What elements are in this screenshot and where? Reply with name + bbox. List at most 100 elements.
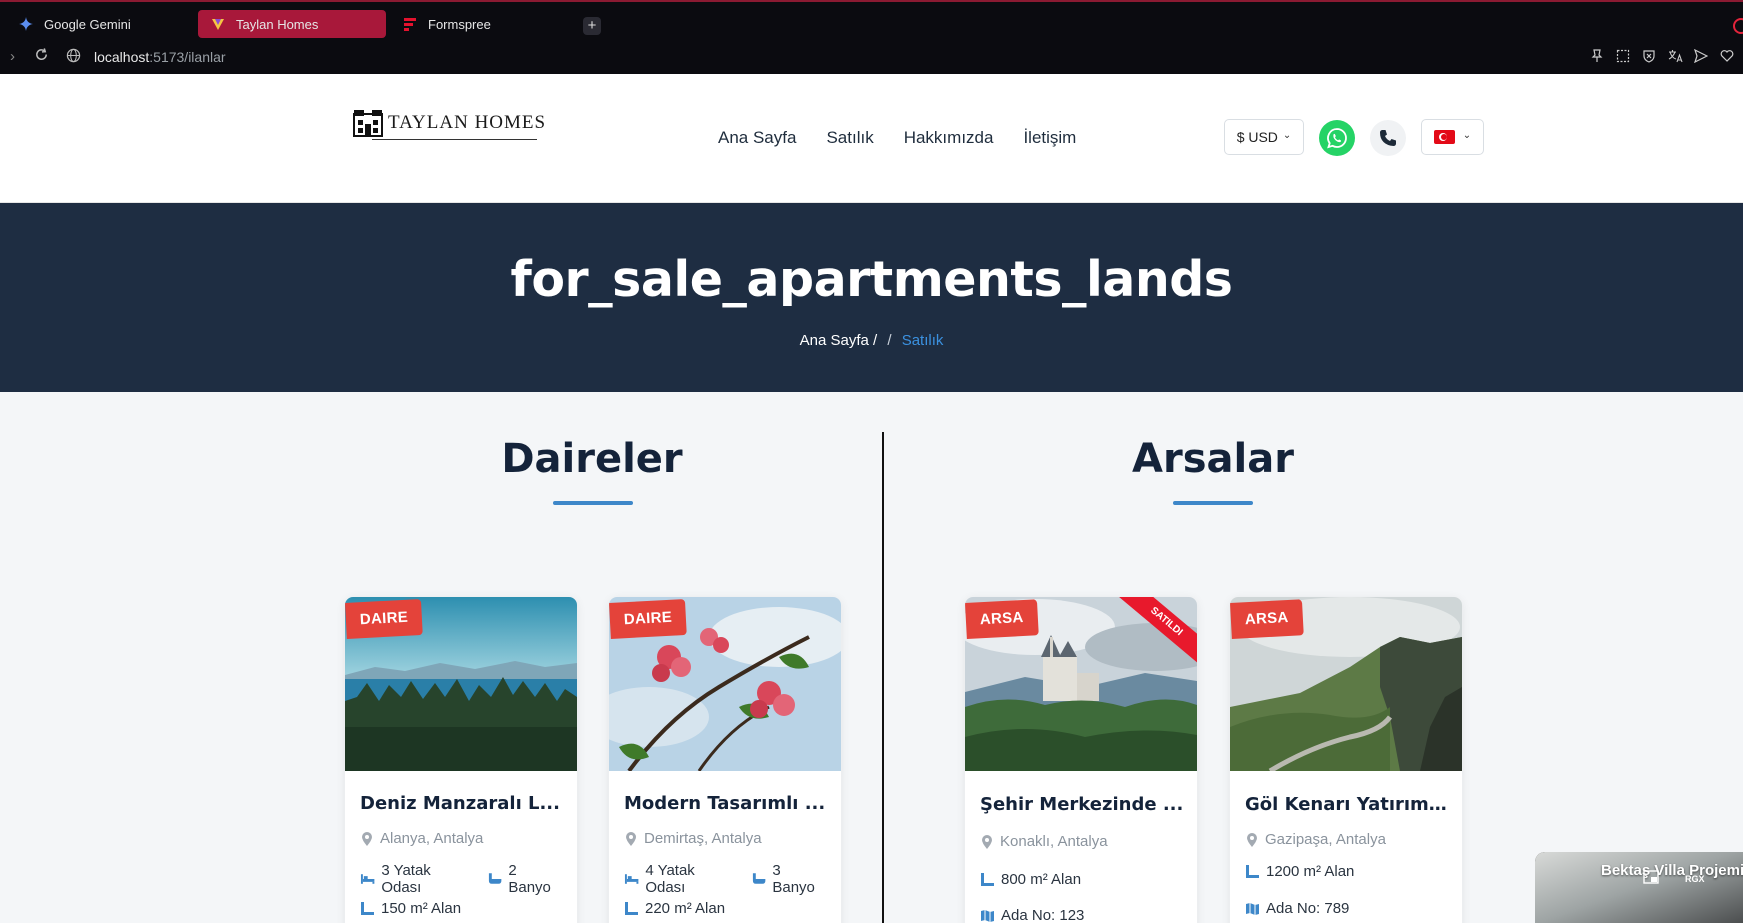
bathrooms-feature: 3 Banyo <box>751 862 825 896</box>
map-pin-icon <box>982 834 992 849</box>
bath-icon <box>752 873 766 884</box>
parcel-feature: Ada No: 789 <box>1245 900 1349 917</box>
property-image[interactable]: DAIRE <box>609 597 841 771</box>
logo-underline <box>372 139 537 140</box>
ruler-icon <box>361 902 374 915</box>
bathrooms-text: 2 Banyo <box>508 862 551 896</box>
nav-hakkimizda[interactable]: Hakkımızda <box>904 128 994 148</box>
property-card[interactable]: ARSA SATILDI Şehir Merkezinde ... Konakl… <box>965 597 1197 923</box>
location-text: Gazipaşa, Antalya <box>1265 831 1386 848</box>
location-text: Konaklı, Antalya <box>1000 833 1108 850</box>
heart-icon[interactable] <box>1720 49 1734 66</box>
breadcrumb-separator: / <box>887 332 892 349</box>
property-card[interactable]: ARSA Göl Kenarı Yatırım ... Gazipaşa, An… <box>1230 597 1462 923</box>
main-nav: Ana Sayfa Satılık Hakkımızda İletişim <box>718 128 1106 148</box>
whatsapp-button[interactable] <box>1319 120 1355 156</box>
bedrooms-text: 4 Yatak Odası <box>645 862 695 896</box>
breadcrumb: Ana Sayfa / / Satılık <box>0 332 1743 349</box>
parcel-feature: Ada No: 123 <box>980 907 1084 923</box>
property-title[interactable]: Deniz Manzaralı L... <box>360 793 565 814</box>
map-icon <box>1246 902 1259 915</box>
phone-button[interactable] <box>1370 120 1406 156</box>
address-bar: › localhost:5173/ilanlar <box>0 44 1743 74</box>
pin-icon[interactable] <box>1590 49 1604 66</box>
section-divider <box>882 432 884 923</box>
area-text: 220 m² Alan <box>645 900 726 917</box>
forward-icon[interactable]: › <box>10 48 15 65</box>
screenshot-icon[interactable] <box>1616 49 1630 66</box>
tab-google-gemini[interactable]: Google Gemini <box>6 10 192 38</box>
ruler-icon <box>1246 865 1259 878</box>
chevron-down-icon: ⌄ <box>1462 129 1472 141</box>
currency-select[interactable]: $ USD ⌄ <box>1224 119 1304 155</box>
area-text: 1200 m² Alan <box>1266 863 1355 880</box>
map-pin-icon <box>626 831 636 846</box>
bathrooms-text: 3 Banyo <box>772 862 815 896</box>
area-feature: 150 m² Alan <box>360 900 461 917</box>
reload-icon[interactable] <box>34 47 49 66</box>
ruler-icon <box>625 902 638 915</box>
property-location: Konaklı, Antalya <box>980 833 1108 850</box>
floating-video-player[interactable]: Bektaş Villa Projemiz RGX <box>1535 852 1743 923</box>
property-image[interactable]: DAIRE <box>345 597 577 771</box>
property-title[interactable]: Modern Tasarımlı ... <box>624 793 829 814</box>
tab-taylan-homes[interactable]: Taylan Homes <box>198 10 386 38</box>
nav-satilik[interactable]: Satılık <box>826 128 873 148</box>
picture-in-picture-icon[interactable] <box>1643 870 1659 889</box>
property-type-badge: DAIRE <box>609 599 687 639</box>
record-icon[interactable] <box>1733 18 1743 34</box>
tab-label: Taylan Homes <box>236 16 319 32</box>
property-parcel: Ada No: 123 <box>980 907 1100 923</box>
property-area: 150 m² Alan <box>360 900 477 917</box>
tab-bar: Google Gemini Taylan Homes Formspree + <box>0 4 1743 42</box>
property-title[interactable]: Göl Kenarı Yatırım ... <box>1245 794 1450 815</box>
phone-icon <box>1380 130 1396 146</box>
turkey-flag-icon <box>1433 130 1455 144</box>
bedrooms-feature: 3 Yatak Odası <box>360 862 471 896</box>
property-title[interactable]: Şehir Merkezinde ... <box>980 794 1185 815</box>
parcel-text: Ada No: 123 <box>1001 907 1085 923</box>
lands-section-title: Arsalar <box>1132 436 1294 482</box>
bathrooms-feature: 2 Banyo <box>487 862 561 896</box>
property-image[interactable]: ARSA SATILDI <box>965 597 1197 771</box>
area-feature: 800 m² Alan <box>980 871 1081 888</box>
map-pin-icon <box>1247 832 1257 847</box>
nav-ana-sayfa[interactable]: Ana Sayfa <box>718 128 796 148</box>
logo-house-icon <box>353 110 383 137</box>
lands-title-underline <box>1173 501 1253 505</box>
area-feature: 1200 m² Alan <box>1245 863 1354 880</box>
property-type-badge: DAIRE <box>345 599 423 639</box>
chevron-down-icon: ⌄ <box>1282 129 1292 141</box>
shield-icon[interactable] <box>1642 49 1656 66</box>
property-card[interactable]: DAIRE Deniz Manzaralı L... Alanya, Antal… <box>345 597 577 923</box>
property-card[interactable]: DAIRE Modern Tasarımlı ... Demirtaş, Ant… <box>609 597 841 923</box>
logo-text: TAYLAN HOMES <box>388 112 547 133</box>
property-location: Gazipaşa, Antalya <box>1245 831 1386 848</box>
area-text: 800 m² Alan <box>1001 871 1082 888</box>
property-image[interactable]: ARSA <box>1230 597 1462 771</box>
tab-formspree[interactable]: Formspree <box>390 10 576 38</box>
property-location: Demirtaş, Antalya <box>624 830 762 847</box>
language-select[interactable]: ⌄ <box>1421 119 1484 155</box>
tab-label: Formspree <box>428 16 491 32</box>
property-area: 1200 m² Alan <box>1245 863 1370 880</box>
site-logo[interactable]: TAYLAN HOMES <box>352 108 545 148</box>
video-tag: RGX <box>1685 874 1705 884</box>
breadcrumb-home[interactable]: Ana Sayfa / <box>800 332 878 349</box>
apartments-title-underline <box>553 501 633 505</box>
url-path: :5173/ilanlar <box>149 49 226 65</box>
site-header: TAYLAN HOMES Ana Sayfa Satılık Hakkımızd… <box>0 74 1743 203</box>
tab-label: Google Gemini <box>44 16 131 32</box>
ruler-icon <box>981 873 994 886</box>
property-parcel: Ada No: 789 <box>1245 900 1365 917</box>
gemini-icon <box>18 16 34 32</box>
nav-iletisim[interactable]: İletişim <box>1023 128 1076 148</box>
property-features: 4 Yatak Odası 3 Banyo <box>624 862 841 896</box>
new-tab-button[interactable]: + <box>583 17 601 35</box>
bedrooms-feature: 4 Yatak Odası <box>624 862 735 896</box>
url-field[interactable]: localhost:5173/ilanlar <box>94 49 226 65</box>
site-info-icon[interactable] <box>66 48 81 67</box>
send-icon[interactable] <box>1693 48 1709 66</box>
location-text: Demirtaş, Antalya <box>644 830 762 847</box>
translate-icon[interactable] <box>1668 49 1683 66</box>
